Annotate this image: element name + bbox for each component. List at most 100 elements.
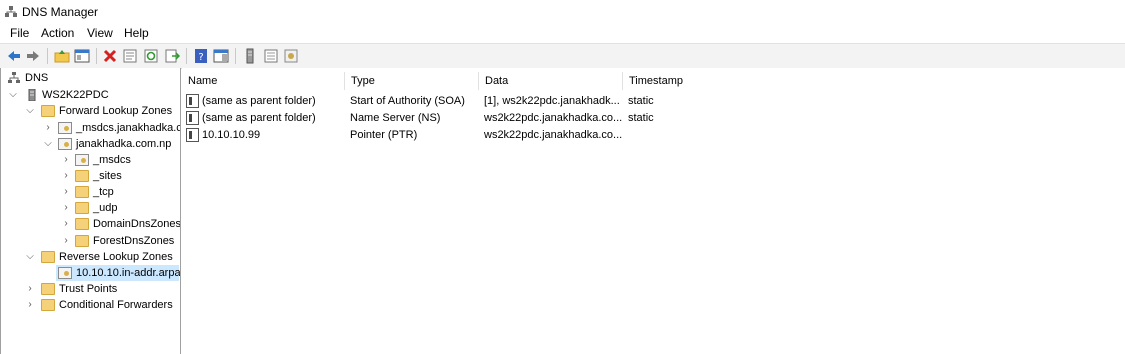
tree-item-janakhadka-zone[interactable]: ⌵ janakhadka.com.np [1,136,179,152]
zone-icon [58,122,72,134]
zone-icon [58,267,72,279]
results-pane: Name Type Data Timestamp (same as parent… [182,68,1125,354]
console-tree: DNS ⌵ WS2K22PDC ⌵ Forward Lookup Zones ›… [0,68,181,354]
cell-type: Start of Authority (SOA) [350,95,465,107]
server-icon [28,89,36,101]
chevron-down-icon[interactable]: ⌵ [43,136,53,152]
chevron-right-icon[interactable]: › [61,200,71,216]
toolbar-separator [47,48,48,64]
forward-arrow-icon[interactable] [25,48,41,64]
tree-item-sites[interactable]: › _sites [1,168,179,184]
folder-icon [41,299,55,311]
tree-item-label: janakhadka.com.np [76,138,172,150]
tree-item-reverse-lookup-zones[interactable]: ⌵ Reverse Lookup Zones [1,249,179,265]
show-hide-tree-icon[interactable] [74,48,90,64]
tree-item-label: ForestDnsZones [93,235,175,247]
chevron-down-icon[interactable]: ⌵ [25,103,35,119]
chevron-right-icon[interactable]: › [25,281,35,297]
back-arrow-icon[interactable] [6,48,22,64]
folder-icon [75,170,89,182]
cell-name: (same as parent folder) [202,112,316,124]
cell-data: ws2k22pdc.janakhadka.co... [484,112,622,124]
tree-item-label: _tcp [93,186,114,198]
tree-item-label: _msdcs [93,154,131,166]
dns-record-icon [186,94,199,108]
menu-help[interactable]: Help [124,26,149,40]
tree-item-label: Trust Points [59,283,118,295]
tree-item-udp[interactable]: › _udp [1,200,179,216]
action-pane-icon[interactable] [213,48,229,64]
folder-icon [75,218,89,230]
tree-item-label: Forward Lookup Zones [59,105,173,117]
column-header-name[interactable]: Name [182,72,345,90]
chevron-right-icon[interactable]: › [61,168,71,184]
tree-item-label: _msdcs.janakhadka.c [76,122,181,134]
tree-item-label: DomainDnsZones [93,218,181,230]
tree-item-trust-points[interactable]: › Trust Points [1,281,179,297]
folder-icon [75,186,89,198]
column-header-type[interactable]: Type [345,72,479,90]
folder-icon [75,235,89,247]
tree-item-label: Conditional Forwarders [59,299,173,311]
toolbar-separator [235,48,236,64]
help-icon[interactable]: ? [193,48,209,64]
tree-item-forward-lookup-zones[interactable]: ⌵ Forward Lookup Zones [1,103,179,119]
folder-icon [41,105,55,117]
zone-icon [75,154,89,166]
zone-icon[interactable] [283,48,299,64]
chevron-right-icon[interactable]: › [61,184,71,200]
tree-item-msdcs-zone[interactable]: › _msdcs.janakhadka.c [1,120,181,136]
cell-timestamp: static [628,112,654,124]
table-row[interactable]: (same as parent folder) Start of Authori… [182,93,1125,109]
properties-icon[interactable] [122,48,138,64]
tree-item-domaindnszones[interactable]: › DomainDnsZones [1,216,181,232]
chevron-right-icon[interactable]: › [25,297,35,313]
tree-item-label: DNS [25,72,49,84]
chevron-right-icon[interactable]: › [61,152,71,168]
dns-manager-icon [5,6,17,17]
menu-file[interactable]: File [10,26,29,40]
export-list-icon[interactable] [164,48,180,64]
cell-data: ws2k22pdc.janakhadka.co... [484,129,622,141]
tree-item-forestdnszones[interactable]: › ForestDnsZones [1,233,179,249]
list-icon[interactable] [263,48,279,64]
table-row[interactable]: 10.10.10.99 Pointer (PTR) ws2k22pdc.jana… [182,127,1125,143]
tree-item-dns[interactable]: DNS [1,70,179,86]
up-folder-icon[interactable] [54,48,70,64]
server-icon[interactable] [242,48,258,64]
column-header-timestamp[interactable]: Timestamp [623,72,763,90]
dns-record-icon [186,111,199,125]
svg-text:?: ? [198,52,203,63]
refresh-icon[interactable] [143,48,159,64]
toolbar-separator [96,48,97,64]
cell-type: Pointer (PTR) [350,129,418,141]
tree-item-server[interactable]: ⌵ WS2K22PDC [1,87,179,103]
menu-action[interactable]: Action [41,26,74,40]
cell-name: 10.10.10.99 [202,129,261,141]
delete-icon[interactable] [102,48,118,64]
toolbar: ? [0,43,1125,69]
tree-item-reverse-zone-10-10-10[interactable]: 10.10.10.in-addr.arpa [1,265,180,281]
window-title: DNS Manager [22,5,99,19]
folder-icon [41,283,55,295]
dns-record-icon [186,128,199,142]
chevron-down-icon[interactable]: ⌵ [25,249,35,265]
chevron-right-icon[interactable]: › [61,216,71,232]
chevron-right-icon[interactable]: › [43,120,53,136]
tree-item-conditional-forwarders[interactable]: › Conditional Forwarders [1,297,179,313]
tree-item-label: WS2K22PDC [42,89,109,101]
table-row[interactable]: (same as parent folder) Name Server (NS)… [182,110,1125,126]
chevron-down-icon[interactable]: ⌵ [8,87,18,103]
chevron-right-icon[interactable]: › [61,233,71,249]
tree-item-label: _sites [93,170,122,182]
cell-type: Name Server (NS) [350,112,441,124]
cell-data: [1], ws2k22pdc.janakhadk... [484,95,620,107]
tree-item-label: _udp [93,202,118,214]
cell-name: (same as parent folder) [202,95,316,107]
tree-item-tcp[interactable]: › _tcp [1,184,179,200]
tree-item-msdcs[interactable]: › _msdcs [1,152,179,168]
menu-view[interactable]: View [87,26,113,40]
zone-icon [58,138,72,150]
cell-timestamp: static [628,95,654,107]
column-header-data[interactable]: Data [479,72,623,90]
